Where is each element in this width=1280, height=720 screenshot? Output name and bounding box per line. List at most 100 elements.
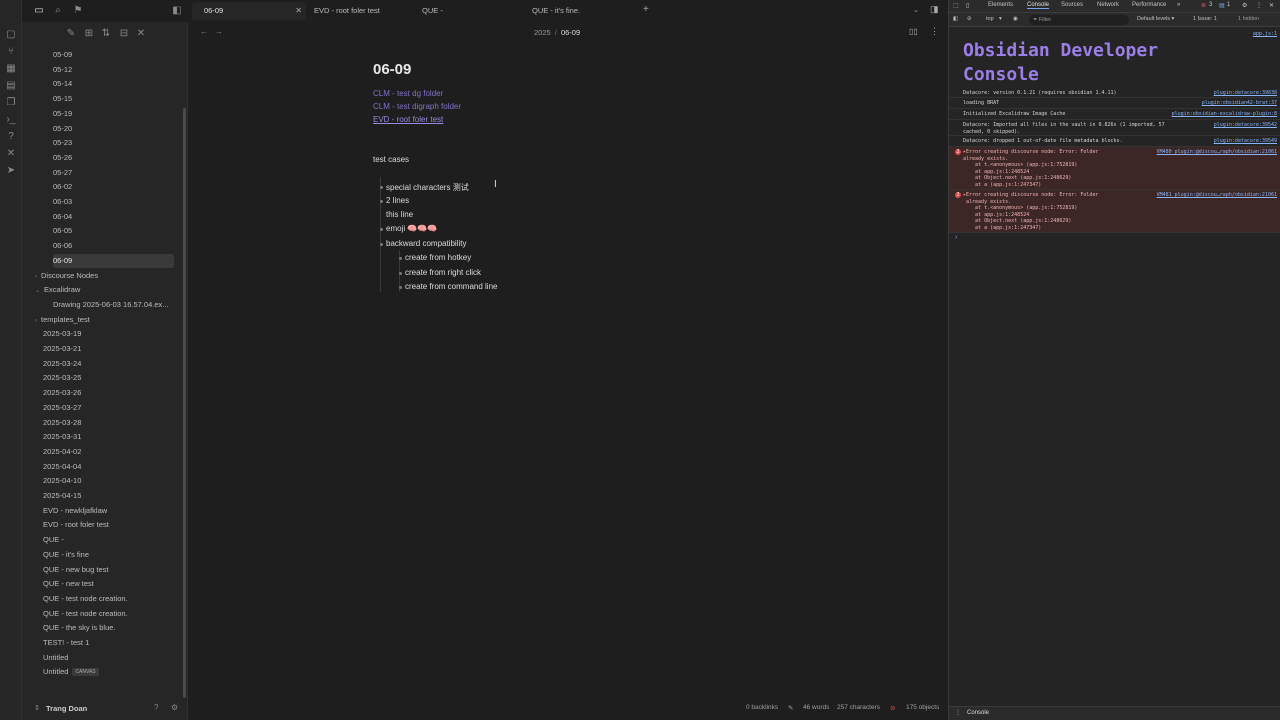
file-item[interactable]: 2025-04-02 <box>43 445 81 459</box>
send-icon[interactable]: ➤ <box>4 164 18 178</box>
menu-icon[interactable]: ⋮ <box>955 709 961 716</box>
internal-link[interactable]: CLM - test digraph folder <box>373 102 461 111</box>
backlinks-count[interactable]: 0 backlinks <box>746 704 778 711</box>
folder-item[interactable]: › Discourse Nodes <box>35 269 98 283</box>
close-icon[interactable]: ✕ <box>134 27 148 41</box>
file-item[interactable]: 06-09 <box>53 253 174 268</box>
file-item[interactable]: 05-09 <box>53 48 72 62</box>
source-link[interactable]: VM480 plugin:@discou…raph/obsidian:21061 <box>1157 149 1277 155</box>
file-item[interactable]: 2025-03-19 <box>43 327 81 341</box>
sync-error-icon[interactable]: ⊘ <box>890 704 895 712</box>
list-item[interactable]: create from hotkey <box>405 253 471 262</box>
device-icon[interactable]: ▯ <box>966 2 969 9</box>
file-item[interactable]: 05-12 <box>53 63 72 77</box>
source-link[interactable]: app.js:1 <box>1253 31 1277 37</box>
file-item[interactable]: 2025-03-27 <box>43 401 81 415</box>
file-item[interactable]: QUE - it's fine <box>43 548 89 562</box>
console-message[interactable]: Initialized Excalidraw Image Cache plugi… <box>949 109 1280 120</box>
tab-evd-root[interactable]: EVD - root foler test <box>302 2 410 20</box>
console-message[interactable]: Datacore: Imported all files in the vaul… <box>949 120 1280 136</box>
error-count[interactable]: 3 <box>1209 2 1212 8</box>
tab-que-fine[interactable]: QUE - it's fine. <box>520 2 630 20</box>
context-select[interactable]: top <box>986 16 994 22</box>
console-message[interactable]: loading BRAT plugin:obsidian42-brat:37 <box>949 98 1280 109</box>
file-item[interactable]: QUE - <box>43 533 64 547</box>
tab-que[interactable]: QUE - <box>410 2 520 20</box>
file-item[interactable]: Drawing 2025-06-03 16.57.04.ex... <box>53 298 169 312</box>
vault-name[interactable]: Trang Doan <box>46 704 87 713</box>
sort-icon[interactable]: ⇅ <box>99 27 113 41</box>
internal-link[interactable]: EVD - root foler test <box>373 115 443 124</box>
chevron-down-icon[interactable]: ⌄ <box>913 6 919 14</box>
issues-count[interactable]: 1 Issue: 1 <box>1193 16 1217 22</box>
help-icon[interactable]: ? <box>4 130 18 144</box>
new-folder-icon[interactable]: ⊞ <box>82 27 96 41</box>
file-item[interactable]: QUE - test node creation. <box>43 592 128 606</box>
folder-icon[interactable]: ▭ <box>32 4 46 18</box>
list-item[interactable]: 2 lines <box>386 196 409 205</box>
sidebar-toggle-icon[interactable]: ◨ <box>930 4 939 15</box>
file-item[interactable]: 05-26 <box>53 151 72 165</box>
source-link[interactable]: VM481 plugin:@discou…raph/obsidian:21061 <box>1157 192 1277 198</box>
eye-icon[interactable]: ◉ <box>1013 16 1018 22</box>
folder-item[interactable]: › templates_test <box>35 313 90 327</box>
tab-performance[interactable]: Performance <box>1132 2 1166 8</box>
source-link[interactable]: plugin:obsidian42-brat:37 <box>1202 100 1277 106</box>
edit-icon[interactable]: ✎ <box>788 704 793 712</box>
list-item[interactable]: special characters 测试 <box>386 182 469 193</box>
message-icon[interactable]: ▤ <box>1219 2 1225 9</box>
file-item[interactable]: 2025-04-04 <box>43 460 81 474</box>
collapse-icon[interactable]: ⊟ <box>117 27 131 41</box>
bookmark-icon[interactable]: ⚑ <box>71 4 85 18</box>
file-item[interactable]: 2025-03-24 <box>43 357 81 371</box>
source-link[interactable]: plugin:datacore:39542 <box>1214 122 1277 128</box>
sidebar-toggle-icon[interactable]: ◧ <box>170 4 184 18</box>
file-item[interactable]: 2025-03-21 <box>43 342 81 356</box>
file-item[interactable]: 2025-03-31 <box>43 430 81 444</box>
back-arrow-icon[interactable]: ← <box>200 27 208 36</box>
tab-network[interactable]: Network <box>1097 2 1119 8</box>
note-editor[interactable]: 06-09 CLM - test dg folder CLM - test di… <box>188 44 948 700</box>
new-note-icon[interactable]: ✎ <box>64 27 78 41</box>
close-icon[interactable]: ✕ <box>295 2 302 20</box>
inspect-icon[interactable]: ⬚ <box>953 2 959 9</box>
file-item[interactable]: QUE - the sky is blue. <box>43 621 116 635</box>
calendar-icon[interactable]: ▤ <box>4 79 18 93</box>
tab-console[interactable]: Console <box>1027 2 1050 9</box>
file-item[interactable]: Untitled CANVAS <box>43 665 99 679</box>
breadcrumb-current[interactable]: 06-09 <box>561 28 580 37</box>
file-item[interactable]: QUE - new test <box>43 577 94 591</box>
help-icon[interactable]: ? <box>154 703 158 712</box>
tab-elements[interactable]: Elements <box>988 2 1013 8</box>
reading-view-icon[interactable]: ▯▯ <box>909 27 918 36</box>
note-title[interactable]: 06-09 <box>373 61 411 78</box>
tab-sources[interactable]: Sources <box>1061 2 1083 8</box>
list-item[interactable]: emoji 🧠🧠🧠 <box>386 224 437 233</box>
drawer-tab-console[interactable]: Console <box>967 710 989 716</box>
file-item[interactable]: 05-14 <box>53 77 72 91</box>
list-item[interactable]: create from command line <box>405 282 497 291</box>
sidebar-toggle-icon[interactable]: ◧ <box>953 16 958 22</box>
new-tab-icon[interactable]: + <box>643 4 649 15</box>
chevron-right-icon[interactable]: › <box>35 274 37 280</box>
grid-icon[interactable]: ▦ <box>4 62 18 76</box>
paragraph[interactable]: test cases <box>373 155 409 164</box>
source-link[interactable]: plugin:datacore:39838 <box>1214 90 1277 96</box>
more-options-icon[interactable]: ⋮ <box>930 26 939 37</box>
message-count[interactable]: 1 <box>1227 2 1230 8</box>
terminal-icon[interactable]: ›_ <box>4 113 18 127</box>
settings-gear-icon[interactable]: ⚙ <box>171 703 178 712</box>
console-message[interactable]: Datacore: dropped 1 out-of-date file met… <box>949 136 1280 147</box>
graph-icon[interactable]: ⑂ <box>4 45 18 59</box>
file-item[interactable]: 05-23 <box>53 136 72 150</box>
file-item[interactable]: 2025-03-26 <box>43 386 81 400</box>
folder-item[interactable]: ⌄ Excalidraw <box>35 283 80 297</box>
file-item[interactable]: 05-19 <box>53 107 72 121</box>
more-options-icon[interactable]: ⋮ <box>1256 2 1262 9</box>
file-item[interactable]: 06-06 <box>53 239 72 253</box>
more-tabs-icon[interactable]: » <box>1177 2 1180 8</box>
console-prompt[interactable]: › <box>955 234 957 241</box>
file-icon[interactable]: ▢ <box>4 28 18 42</box>
file-item[interactable]: QUE - test node creation. <box>43 607 128 621</box>
file-item[interactable]: 06-03 <box>53 195 72 209</box>
